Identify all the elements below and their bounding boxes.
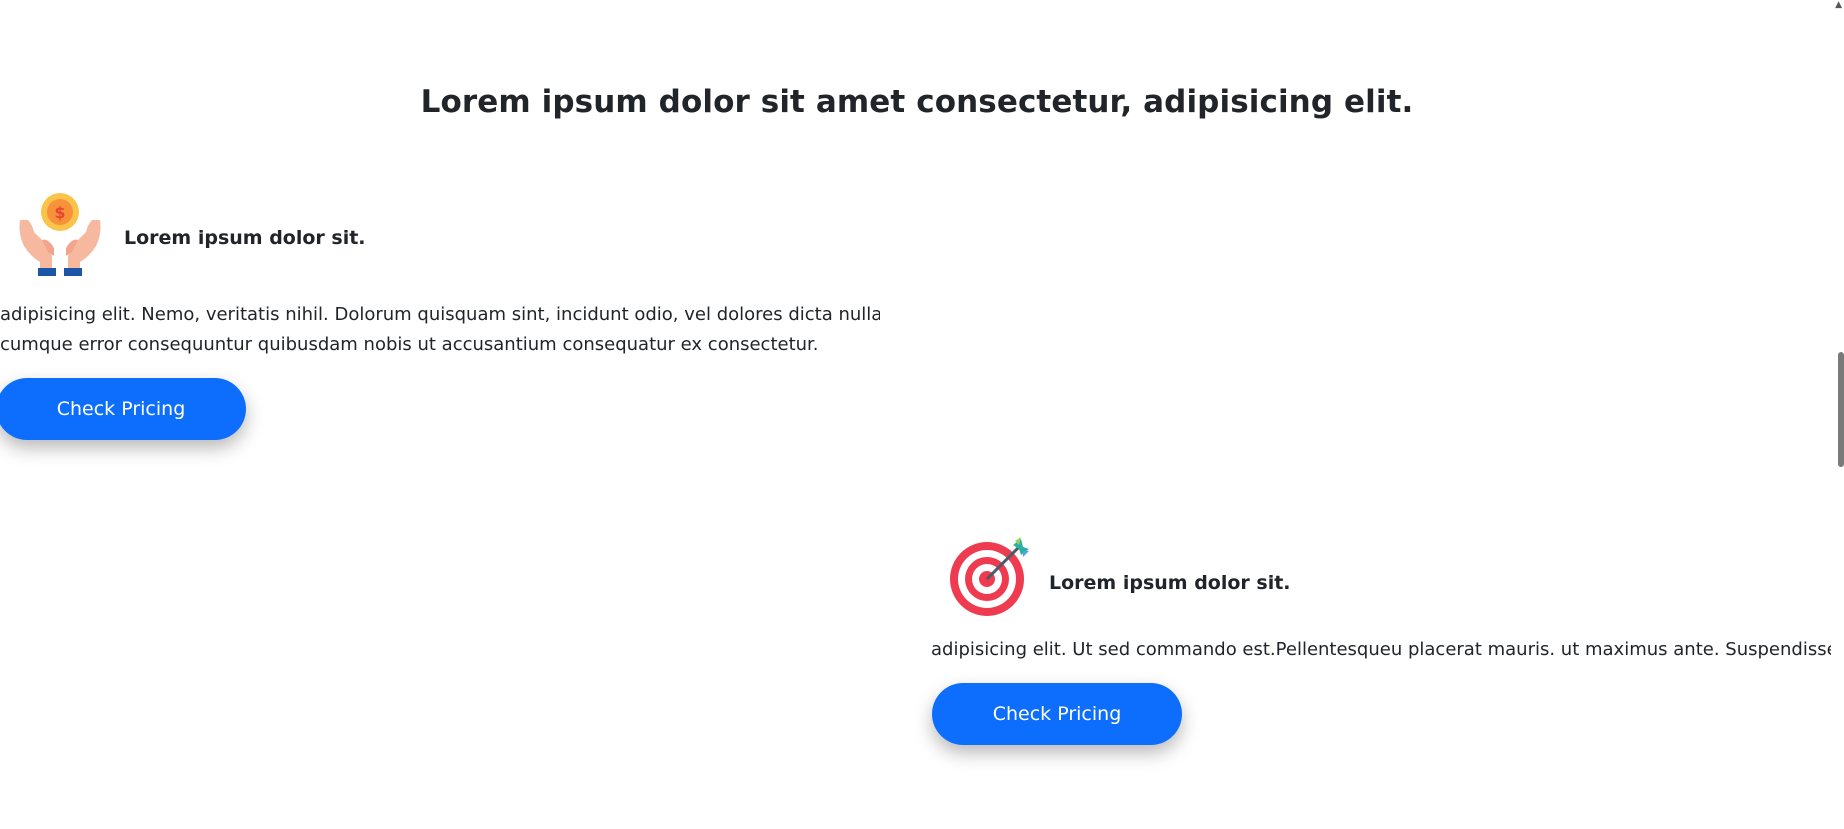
check-pricing-button[interactable]: Check Pricing [932, 683, 1182, 745]
feature-description-line: adipisicing elit. Ut sed commando est.Pe… [931, 639, 1831, 660]
feature-title: Lorem ipsum dolor sit. [124, 227, 366, 249]
scrollbar-thumb[interactable] [1838, 352, 1844, 467]
svg-text:$: $ [54, 203, 65, 222]
feature-title: Lorem ipsum dolor sit. [1049, 572, 1291, 594]
feature-description: adipisicing elit. Nemo, veritatis nihil.… [0, 300, 880, 360]
feature-description: adipisicing elit. Ut sed commando est.Pe… [931, 635, 1831, 665]
feature-description-line: cumque error consequuntur quibusdam nobi… [0, 334, 819, 355]
scroll-up-arrow-icon[interactable]: ▲ [1835, 0, 1842, 10]
hands-coin-icon: $ [18, 190, 102, 276]
section-heading: Lorem ipsum dolor sit amet consectetur, … [420, 83, 1414, 120]
feature-header: $ Lorem ipsum dolor sit. [0, 190, 900, 280]
target-dart-icon [949, 535, 1031, 617]
feature-card-pricing: $ Lorem ipsum dolor sit. adipisicing eli… [0, 190, 900, 440]
check-pricing-button[interactable]: Check Pricing [0, 378, 246, 440]
feature-description-line: adipisicing elit. Nemo, veritatis nihil.… [0, 304, 880, 325]
page: Lorem ipsum dolor sit amet consectetur, … [0, 0, 1844, 829]
feature-card-target: Lorem ipsum dolor sit. adipisicing elit.… [931, 535, 1831, 745]
feature-header: Lorem ipsum dolor sit. [931, 535, 1831, 625]
